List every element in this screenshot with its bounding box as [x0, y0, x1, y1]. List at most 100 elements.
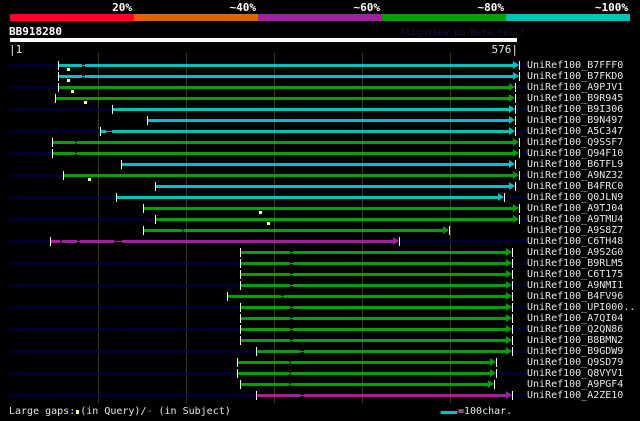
alignment-bar	[255, 350, 507, 353]
hit-name[interactable]: UniRef100_UPI000..	[527, 302, 635, 313]
hit-row[interactable]: UniRef100_A9S2G0	[0, 247, 640, 258]
hit-name[interactable]: UniRef100_A9NZ32	[527, 170, 623, 181]
hit-name[interactable]: UniRef100_B4FV96	[527, 291, 623, 302]
hit-row[interactable]: UniRef100_B7FFF0	[0, 60, 640, 71]
alignment-bar	[255, 394, 507, 397]
hit-row[interactable]: UniRef100_Q9SD79	[0, 357, 640, 368]
alignment-bar	[62, 174, 513, 177]
alignment-bar	[239, 317, 507, 320]
hit-row[interactable]: UniRef100_Q0JLN9	[0, 192, 640, 203]
alignment-end-tick	[518, 138, 520, 147]
subject-gap-line	[289, 340, 293, 341]
hit-row[interactable]: UniRef100_A9TJ04	[0, 203, 640, 214]
hit-name[interactable]: UniRef100_C6T175	[527, 269, 623, 280]
hit-name[interactable]: UniRef100_B9I306	[527, 104, 623, 115]
hit-row[interactable]: UniRef100_A9NMI1	[0, 280, 640, 291]
hit-row[interactable]: UniRef100_A5C347	[0, 126, 640, 137]
alignment-end-tick	[515, 83, 517, 92]
hit-name[interactable]: UniRef100_B9GDW9	[527, 346, 623, 357]
alignment-bar	[57, 75, 513, 78]
subject-gap-line	[60, 241, 62, 242]
alignment-start-tick	[240, 325, 241, 334]
alignment-bar	[142, 229, 444, 232]
alignment-start-tick	[52, 138, 53, 147]
hit-name[interactable]: UniRef100_B9R945	[527, 93, 623, 104]
alignment-bar	[237, 372, 490, 375]
hit-row[interactable]: UniRef100_C6TH48	[0, 236, 640, 247]
alignment-bar	[239, 284, 507, 287]
hit-name[interactable]: UniRef100_A9TMU4	[527, 214, 623, 225]
hit-row[interactable]: UniRef100_A9S8Z7	[0, 225, 640, 236]
hit-row[interactable]: UniRef100_B9I306	[0, 104, 640, 115]
alignment-start-tick	[240, 259, 241, 268]
hit-name[interactable]: UniRef100_Q0JLN9	[527, 192, 623, 203]
alignment-start-tick	[237, 358, 238, 367]
hit-row[interactable]: UniRef100_A7QI04	[0, 313, 640, 324]
alignment-end-tick	[512, 347, 514, 356]
hit-name[interactable]: UniRef100_A9S8Z7	[527, 225, 623, 236]
hit-name[interactable]: UniRef100_Q9SD79	[527, 357, 623, 368]
hit-row[interactable]: UniRef100_B9GDW9	[0, 346, 640, 357]
alignment-end-tick	[518, 215, 520, 224]
hit-name[interactable]: UniRef100_Q2QN86	[527, 324, 623, 335]
hit-name[interactable]: UniRef100_A9TJ04	[527, 203, 623, 214]
subject-gap-line	[181, 230, 185, 231]
hit-row[interactable]: UniRef100_A2ZE10	[0, 390, 640, 401]
subject-gap-line	[281, 296, 284, 297]
hit-name[interactable]: UniRef100_B6TFL9	[527, 159, 623, 170]
hit-row[interactable]: UniRef100_B7FKD0	[0, 71, 640, 82]
subject-gap-line	[289, 318, 293, 319]
hit-row[interactable]: UniRef100_A9PGF4	[0, 379, 640, 390]
hit-name[interactable]: UniRef100_B7FFF0	[527, 60, 623, 71]
hit-row[interactable]: UniRef100_B8BMN2	[0, 335, 640, 346]
alignment-end-tick	[495, 369, 497, 378]
hit-name[interactable]: UniRef100_A9NMI1	[527, 280, 623, 291]
subject-gap-line	[113, 241, 122, 242]
alignment-bar	[52, 141, 513, 144]
alignment-start-tick	[55, 94, 56, 103]
hit-name[interactable]: UniRef100_A7QI04	[527, 313, 623, 324]
hit-name[interactable]: UniRef100_A9S2G0	[527, 247, 623, 258]
subject-gap-line	[301, 395, 304, 396]
hit-name[interactable]: UniRef100_A9PJV1	[527, 82, 623, 93]
hit-name[interactable]: UniRef100_Q8VYV1	[527, 368, 623, 379]
hit-row[interactable]: UniRef100_B9RLM5	[0, 258, 640, 269]
hit-row[interactable]: UniRef100_B9N497	[0, 115, 640, 126]
hit-row[interactable]: UniRef100_C6T175	[0, 269, 640, 280]
hit-name[interactable]: UniRef100_B9N497	[527, 115, 623, 126]
hit-row[interactable]: UniRef100_Q94F10	[0, 148, 640, 159]
hit-row[interactable]: UniRef100_UPI000..	[0, 302, 640, 313]
hit-row[interactable]: UniRef100_Q9SSF7	[0, 137, 640, 148]
hit-row[interactable]: UniRef100_B4FV96	[0, 291, 640, 302]
hit-row[interactable]: UniRef100_A9NZ32	[0, 170, 640, 181]
alignment-bar	[155, 185, 510, 188]
hit-name[interactable]: UniRef100_B4FRC0	[527, 181, 623, 192]
hit-row[interactable]: UniRef100_B4FRC0	[0, 181, 640, 192]
hit-row[interactable]: UniRef100_A9TMU4	[0, 214, 640, 225]
alignment-start-tick	[227, 292, 228, 301]
hit-name[interactable]: UniRef100_C6TH48	[527, 236, 623, 247]
alignment-end-tick	[515, 116, 517, 125]
hit-row[interactable]: UniRef100_A9PJV1	[0, 82, 640, 93]
legend-query-text: (in Query)/	[80, 406, 147, 417]
alignment-start-tick	[52, 149, 53, 158]
subject-gap-line	[75, 153, 77, 154]
subject-gap-line	[105, 131, 113, 132]
query-end-label: 576|	[491, 43, 519, 56]
hit-name[interactable]: UniRef100_B7FKD0	[527, 71, 623, 82]
alignment-start-tick	[143, 204, 144, 213]
hit-row[interactable]: UniRef100_B6TFL9	[0, 159, 640, 170]
hit-row[interactable]: UniRef100_Q2QN86	[0, 324, 640, 335]
hit-name[interactable]: UniRef100_Q94F10	[527, 148, 623, 159]
hit-name[interactable]: UniRef100_A2ZE10	[527, 390, 623, 401]
alignment-start-tick	[116, 193, 117, 202]
hit-name[interactable]: UniRef100_A5C347	[527, 126, 623, 137]
alignment-start-tick	[240, 380, 241, 389]
hit-row[interactable]: UniRef100_Q8VYV1	[0, 368, 640, 379]
hit-name[interactable]: UniRef100_Q9SSF7	[527, 137, 623, 148]
hit-name[interactable]: UniRef100_A9PGF4	[527, 379, 623, 390]
hit-row[interactable]: UniRef100_B9R945	[0, 93, 640, 104]
hit-name[interactable]: UniRef100_B9RLM5	[527, 258, 623, 269]
hit-name[interactable]: UniRef100_B8BMN2	[527, 335, 623, 346]
alignment-start-tick	[240, 248, 241, 257]
